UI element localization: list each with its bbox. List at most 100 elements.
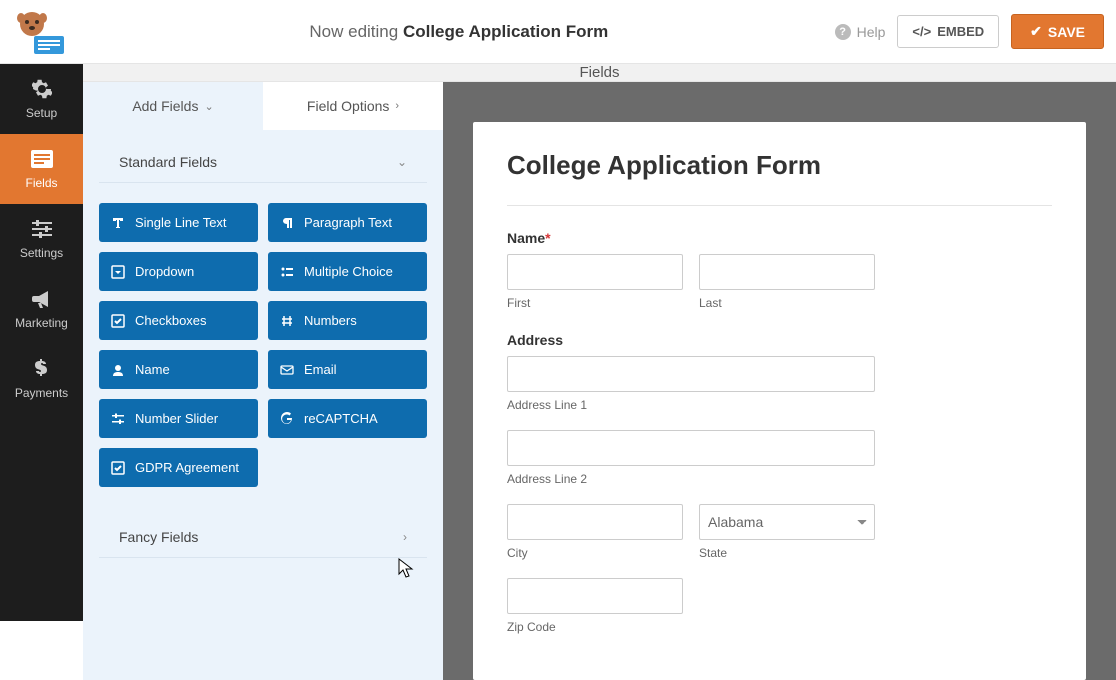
sidenav-item-payments[interactable]: Payments	[0, 344, 83, 414]
address-line-2-row: Address Line 2	[507, 430, 1052, 486]
group-label: Fancy Fields	[119, 529, 198, 545]
tab-label: Field Options	[307, 98, 389, 114]
form-card: College Application Form Name* First Las…	[473, 122, 1086, 680]
sidenav-label: Setup	[26, 106, 57, 120]
form-name: College Application Form	[403, 22, 608, 41]
field-numbers[interactable]: Numbers	[268, 301, 427, 340]
field-checkboxes[interactable]: Checkboxes	[99, 301, 258, 340]
field-multiple-choice[interactable]: Multiple Choice	[268, 252, 427, 291]
sublabel-last: Last	[699, 296, 875, 310]
sidenav-label: Marketing	[15, 316, 68, 330]
address-line-1-row: Address Line 1	[507, 356, 1052, 412]
group-standard-fields[interactable]: Standard Fields ⌄	[99, 140, 427, 183]
dollar-icon	[31, 358, 53, 380]
save-button[interactable]: ✔ SAVE	[1011, 14, 1104, 49]
input-address-line-1[interactable]	[507, 356, 875, 392]
field-label: GDPR Agreement	[135, 460, 239, 475]
label-name-text: Name	[507, 230, 545, 246]
preview-form-title: College Application Form	[507, 150, 1052, 181]
input-city[interactable]	[507, 504, 683, 540]
gear-icon	[31, 78, 53, 100]
tab-add-fields[interactable]: Add Fields ⌄	[83, 82, 263, 130]
check-icon: ✔	[1030, 23, 1042, 40]
input-address-line-2[interactable]	[507, 430, 875, 466]
caret-square-icon	[111, 265, 125, 279]
editing-title: Now editing College Application Form	[83, 22, 835, 42]
help-link[interactable]: ? Help	[835, 24, 886, 40]
name-row: First Last	[507, 254, 1052, 310]
field-gdpr-agreement[interactable]: GDPR Agreement	[99, 448, 258, 487]
field-email[interactable]: Email	[268, 350, 427, 389]
sublabel-first: First	[507, 296, 683, 310]
field-recaptcha[interactable]: reCAPTCHA	[268, 399, 427, 438]
field-paragraph-text[interactable]: Paragraph Text	[268, 203, 427, 242]
zip-row: Zip Code	[507, 578, 1052, 634]
embed-label: EMBED	[937, 24, 984, 39]
sublabel-state: State	[699, 546, 875, 560]
embed-icon: </>	[912, 24, 931, 39]
embed-button[interactable]: </> EMBED	[897, 15, 999, 48]
field-label: Checkboxes	[135, 313, 207, 328]
sidenav-label: Settings	[20, 246, 63, 260]
hash-icon	[280, 314, 294, 328]
select-state[interactable]: Alabama	[699, 504, 875, 540]
sublabel-addr1: Address Line 1	[507, 398, 1052, 412]
field-single-line-text[interactable]: Single Line Text	[99, 203, 258, 242]
fields-icon	[31, 148, 53, 170]
field-label: reCAPTCHA	[304, 411, 378, 426]
sidenav-label: Fields	[25, 176, 57, 190]
label-address: Address	[507, 332, 1052, 348]
help-label: Help	[857, 24, 886, 40]
sublabel-city: City	[507, 546, 683, 560]
field-label: Name	[135, 362, 170, 377]
main: Setup Fields Settings Marketing Payments	[0, 64, 1116, 621]
field-label: Number Slider	[135, 411, 218, 426]
group-label: Standard Fields	[119, 154, 217, 170]
tab-label: Add Fields	[132, 98, 198, 114]
sublabel-zip: Zip Code	[507, 620, 1052, 634]
section-header-label: Fields	[579, 64, 619, 81]
sidenav-item-fields[interactable]: Fields	[0, 134, 83, 204]
now-editing-label: Now editing	[309, 22, 398, 41]
chevron-right-icon: ›	[395, 100, 399, 112]
wpforms-logo-icon	[16, 8, 68, 56]
form-preview: College Application Form Name* First Las…	[443, 82, 1116, 680]
sliders-icon	[31, 218, 53, 240]
top-bar: Now editing College Application Form ? H…	[0, 0, 1116, 64]
sidenav-item-settings[interactable]: Settings	[0, 204, 83, 274]
field-number-slider[interactable]: Number Slider	[99, 399, 258, 438]
sidenav-item-setup[interactable]: Setup	[0, 64, 83, 134]
standard-fields-grid: Single Line Text Paragraph Text Dropdown…	[83, 183, 443, 497]
paragraph-icon	[280, 216, 294, 230]
content: Fields Add Fields ⌄ Field Options › Stan…	[83, 64, 1116, 621]
envelope-icon	[280, 363, 294, 377]
sublabel-addr2: Address Line 2	[507, 472, 1052, 486]
field-dropdown[interactable]: Dropdown	[99, 252, 258, 291]
chevron-down-icon: ⌄	[397, 155, 407, 169]
input-first-name[interactable]	[507, 254, 683, 290]
help-icon: ?	[835, 24, 851, 40]
required-asterisk: *	[545, 230, 550, 246]
side-nav: Setup Fields Settings Marketing Payments	[0, 64, 83, 621]
field-label: Dropdown	[135, 264, 194, 279]
tab-field-options[interactable]: Field Options ›	[263, 82, 443, 130]
check-square-icon	[111, 461, 125, 475]
sidenav-label: Payments	[15, 386, 68, 400]
list-dot-icon	[280, 265, 294, 279]
top-actions: ? Help </> EMBED ✔ SAVE	[835, 14, 1104, 49]
user-icon	[111, 363, 125, 377]
panel-tabs: Add Fields ⌄ Field Options ›	[83, 82, 443, 130]
input-zip[interactable]	[507, 578, 683, 614]
field-label: Numbers	[304, 313, 357, 328]
field-label: Single Line Text	[135, 215, 227, 230]
divider	[507, 205, 1052, 206]
city-state-row: City Alabama State	[507, 504, 1052, 560]
sidenav-item-marketing[interactable]: Marketing	[0, 274, 83, 344]
chevron-down-icon: ⌄	[204, 100, 213, 113]
check-square-icon	[111, 314, 125, 328]
fields-panel: Add Fields ⌄ Field Options › Standard Fi…	[83, 82, 443, 680]
field-name[interactable]: Name	[99, 350, 258, 389]
input-last-name[interactable]	[699, 254, 875, 290]
sliders-h-icon	[111, 412, 125, 426]
group-fancy-fields[interactable]: Fancy Fields ›	[99, 515, 427, 558]
